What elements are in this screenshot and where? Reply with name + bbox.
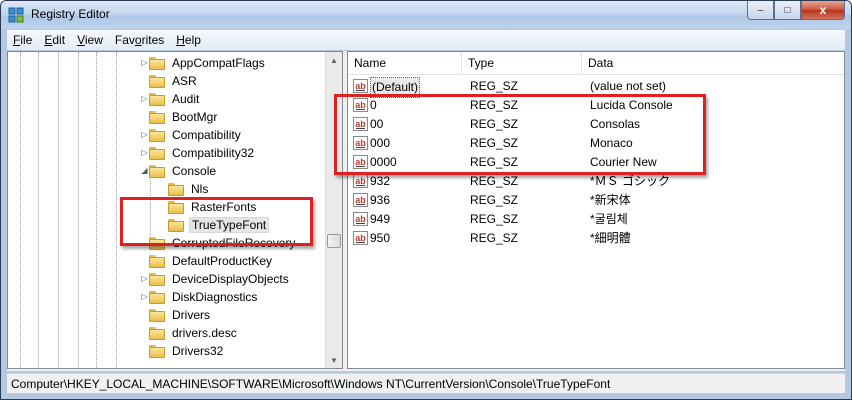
string-value-icon: ab [353,212,368,226]
value-type: REG_SZ [470,231,519,245]
tree-item-label: DeviceDisplayObjects [172,272,289,286]
highlight-box-truetypefont-key [120,197,313,246]
expand-arrow-icon[interactable]: ▷ [140,292,149,301]
value-data: *新宋体 [590,193,631,207]
scroll-up-arrow-icon[interactable]: ▲ [326,52,342,69]
folder-icon [149,128,165,142]
folder-icon [149,254,165,268]
folder-icon [149,146,165,160]
folder-icon [149,74,165,88]
title-bar[interactable]: Registry Editor – □ x [1,1,851,29]
expand-arrow-icon[interactable]: ▷ [140,274,149,283]
folder-icon [149,110,165,124]
string-value-icon: ab [353,79,368,93]
tree-item-label: AppCompatFlags [172,56,265,70]
string-value-icon: ab [353,193,368,207]
registry-editor-window: Registry Editor – □ x File Edit View Fav… [0,0,852,400]
tree-item-label: Compatibility32 [172,146,255,160]
scroll-down-arrow-icon[interactable]: ▼ [326,352,342,368]
highlight-box-font-values [334,94,706,175]
menu-help-accel: H [176,33,185,47]
value-data: *굴림체 [590,212,628,226]
tree-item-label: Drivers32 [172,344,224,358]
tree-item-audit[interactable]: ▷ Audit [141,90,201,108]
tree-item-drivers[interactable]: Drivers [149,306,212,324]
tree-item-drivers-desc[interactable]: drivers.desc [149,324,239,342]
menu-file[interactable]: File [7,33,38,47]
folder-icon [149,344,165,358]
value-row[interactable]: ab 950 REG_SZ *細明體 [348,229,844,248]
collapse-arrow-icon[interactable]: ◢ [140,166,149,175]
value-name: 949 [370,212,391,226]
tree-item-defaultproductkey[interactable]: DefaultProductKey [149,252,274,270]
folder-icon [149,308,165,322]
value-type: REG_SZ [470,193,519,207]
tree-item-nls[interactable]: Nls [168,180,210,198]
tree-item-devicedisplayobjects[interactable]: ▷ DeviceDisplayObjects [141,270,291,288]
menu-bar: File Edit View Favorites Help [7,30,845,50]
scrollbar-thumb[interactable] [327,234,341,248]
menu-view[interactable]: View [71,33,109,47]
minimize-button[interactable]: – [747,1,774,20]
expand-arrow-icon[interactable]: ▷ [140,130,149,139]
menu-help[interactable]: Help [170,33,207,47]
tree-item-compatibility32[interactable]: ▷ Compatibility32 [141,144,256,162]
folder-icon [149,92,165,106]
list-header: Name Type Data [348,52,844,75]
folder-icon [149,164,165,178]
status-bar-path: Computer\HKEY_LOCAL_MACHINE\SOFTWARE\Mic… [7,373,845,393]
tree-item-console[interactable]: ◢ Console [141,162,218,180]
tree-item-drivers32[interactable]: Drivers32 [149,342,225,360]
column-header-name[interactable]: Name [348,52,462,74]
value-data: *細明體 [590,231,631,245]
menu-favorites-label: Fav [114,33,135,47]
close-button[interactable]: x [801,1,845,20]
menu-favorites-accel: o [134,33,142,47]
column-header-type[interactable]: Type [462,52,582,74]
tree-item-label: Drivers [172,308,210,322]
value-name: 936 [370,193,391,207]
menu-edit-label: dit [52,33,66,47]
tree-item-compatibility[interactable]: ▷ Compatibility [141,126,243,144]
registry-app-icon [8,7,24,23]
expand-arrow-icon[interactable]: ▷ [140,58,149,67]
tree-item-diskdiagnostics[interactable]: ▷ DiskDiagnostics [141,288,259,306]
menu-edit[interactable]: Edit [38,33,71,47]
tree-item-label: Audit [172,92,200,106]
folder-icon [149,290,165,304]
string-value-icon: ab [353,174,368,188]
menu-view-accel: V [77,33,85,47]
tree-item-label: BootMgr [172,110,218,124]
maximize-button[interactable]: □ [774,1,801,20]
tree-item-label: DiskDiagnostics [172,290,258,304]
value-type: REG_SZ [470,212,519,226]
tree-item-label: Console [172,164,217,178]
menu-file-label: ile [20,33,33,47]
value-name: 950 [370,231,391,245]
expand-arrow-icon[interactable]: ▷ [140,148,149,157]
menu-favorites[interactable]: Favorites [109,33,170,47]
folder-icon [149,326,165,340]
tree-item-label: drivers.desc [172,326,237,340]
menu-help-label: elp [184,33,201,47]
tree-item-label: ASR [172,74,197,88]
folder-icon [168,182,184,196]
string-value-icon: ab [353,231,368,245]
tree-item-appcompatflags[interactable]: ▷ AppCompatFlags [141,54,267,72]
value-row[interactable]: ab 936 REG_SZ *新宋体 [348,191,844,210]
expand-arrow-icon[interactable]: ▷ [140,94,149,103]
tree-item-asr[interactable]: ASR [149,72,199,90]
menu-favorites-label-end: rites [141,33,165,47]
column-header-data[interactable]: Data [582,52,844,74]
value-row[interactable]: ab 949 REG_SZ *굴림체 [348,210,844,229]
tree-item-label: DefaultProductKey [172,254,273,268]
window-title: Registry Editor [31,7,110,21]
menu-view-label: iew [84,33,103,47]
tree-item-label: Nls [191,182,209,196]
caption-buttons: – □ x [747,1,845,21]
tree-item-bootmgr[interactable]: BootMgr [149,108,219,126]
folder-icon [149,272,165,286]
folder-icon [149,56,165,70]
tree-item-label: Compatibility [172,128,241,142]
